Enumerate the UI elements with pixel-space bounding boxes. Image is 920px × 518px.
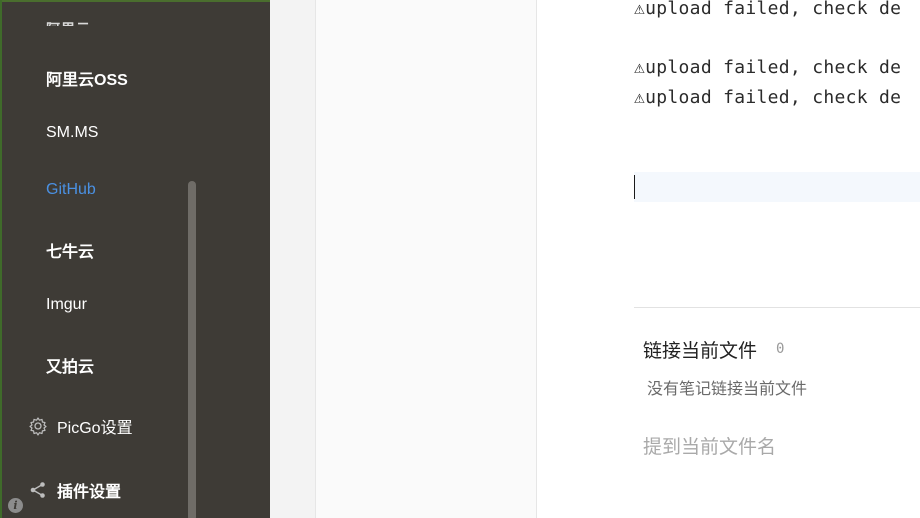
app-window: 阿里云 阿里云OSS SM.MS GitHub 七牛云 Imgur 又拍云 Pi…	[0, 0, 920, 518]
gear-icon	[28, 416, 48, 436]
ribbon-strip	[270, 0, 315, 518]
info-icon[interactable]: i	[8, 498, 23, 513]
sidebar-plugin-settings-label: 插件设置	[57, 484, 122, 501]
backlinks-divider	[634, 307, 920, 308]
unlinked-mentions-title[interactable]: 提到当前文件名	[643, 432, 776, 459]
sidebar-item-upyun[interactable]: 又拍云	[46, 353, 94, 377]
active-line-highlight[interactable]	[634, 172, 920, 202]
sidebar-scrollbar[interactable]	[188, 181, 196, 518]
text-caret	[634, 175, 635, 199]
upload-error-line: ⚠upload failed, check de	[634, 87, 902, 108]
sidebar-item-qiniu[interactable]: 七牛云	[46, 238, 94, 262]
sidebar-picgo-settings-label: PicGo设置	[57, 420, 133, 437]
sidebar-item-aliyun-oss[interactable]: 阿里云OSS	[46, 66, 128, 90]
sidebar-item-partial[interactable]: 阿里云	[46, 14, 91, 26]
share-icon	[28, 480, 48, 500]
file-explorer-pane	[315, 0, 537, 518]
sidebar-item-github[interactable]: GitHub	[46, 181, 96, 199]
upload-error-line: ⚠upload failed, check de	[634, 57, 902, 78]
editor-pane[interactable]: ⚠upload failed, check de ⚠upload failed,…	[538, 0, 920, 518]
sidebar-plugin-settings[interactable]: 插件设置	[28, 478, 121, 502]
sidebar-item-imgur[interactable]: Imgur	[46, 296, 87, 314]
sidebar-picgo-settings[interactable]: PicGo设置	[28, 414, 133, 438]
picgo-sidebar: 阿里云 阿里云OSS SM.MS GitHub 七牛云 Imgur 又拍云 Pi…	[0, 0, 270, 518]
sidebar-item-smms[interactable]: SM.MS	[46, 124, 98, 142]
backlinks-count: 0	[776, 341, 785, 357]
sidebar-top-edge	[2, 0, 270, 2]
backlinks-empty-message: 没有笔记链接当前文件	[647, 381, 808, 398]
backlinks-title[interactable]: 链接当前文件	[643, 336, 757, 363]
upload-error-line: ⚠upload failed, check de	[634, 0, 902, 19]
